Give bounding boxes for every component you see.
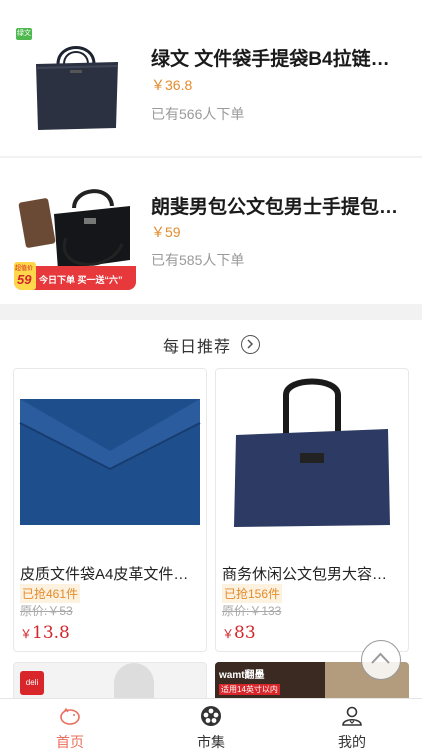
product-title[interactable]: 绿文 文件袋手提袋B4拉链…	[151, 44, 408, 71]
bottom-tab-bar: 首页 市集 我的	[0, 698, 422, 750]
promo-tag: 超值价	[15, 266, 34, 272]
brand-badge: 绿文	[16, 28, 32, 40]
product-image	[14, 369, 206, 557]
tab-label: 市集	[197, 734, 225, 750]
scroll-to-top-button[interactable]	[361, 640, 401, 680]
grabbed-count: 已抢461件	[20, 584, 81, 603]
product-card[interactable]: 皮质文件袋A4皮革文件… 已抢461件 原价:￥53 ￥13.8	[13, 368, 207, 652]
product-sold-count: 已有585人下单	[151, 252, 245, 268]
brand-logo: wamt翻墨	[219, 670, 265, 681]
promo-text: 今日下单 买一送“六”	[39, 275, 123, 285]
product-list-item[interactable]: 59 超值价 今日下单 买一送“六” 朗斐男包公文包男士手提包… ￥59 已有5…	[0, 158, 422, 304]
brand-logo: deli	[20, 671, 44, 695]
tab-profile[interactable]: 我的	[282, 699, 422, 750]
promo-price: 59	[17, 272, 32, 287]
product-price: ￥59	[151, 224, 181, 240]
piggy-icon	[60, 707, 80, 725]
original-price: 原价:￥53	[20, 604, 73, 618]
mini-subtitle: 适用14英寸以内	[219, 684, 280, 695]
chevron-right-icon[interactable]	[241, 335, 260, 354]
product-list-item[interactable]: 绿文 绿文 文件袋手提袋B4拉链… ￥36.8 已有566人下单	[0, 0, 422, 156]
user-icon	[342, 706, 362, 726]
product-thumbnail: 59 超值价 今日下单 买一送“六”	[14, 174, 136, 290]
flower-icon	[201, 706, 221, 726]
product-price: ￥36.8	[151, 77, 193, 93]
grabbed-count: 已抢156件	[222, 584, 283, 603]
chevron-up-icon	[371, 652, 390, 664]
tab-home[interactable]: 首页	[0, 699, 140, 750]
product-title[interactable]: 朗斐男包公文包男士手提包…	[151, 192, 408, 219]
tab-label: 我的	[338, 734, 366, 750]
product-thumbnail	[14, 24, 136, 140]
tab-label: 首页	[56, 734, 84, 750]
card-price: ￥83	[222, 623, 256, 643]
daily-recommend-header[interactable]: 每日推荐	[0, 320, 422, 368]
original-price: 原价:￥133	[222, 604, 282, 618]
product-image	[216, 369, 408, 557]
product-card[interactable]: 商务休闲公文包男大容… 已抢156件 原价:￥133 ￥83	[215, 368, 409, 652]
card-title[interactable]: 皮质文件袋A4皮革文件…	[20, 563, 194, 584]
card-price: ￥13.8	[20, 623, 70, 643]
tab-market[interactable]: 市集	[141, 699, 281, 750]
section-title: 每日推荐	[162, 339, 231, 356]
product-card[interactable]: deli	[13, 662, 207, 702]
product-sold-count: 已有566人下单	[151, 106, 245, 122]
card-title[interactable]: 商务休闲公文包男大容…	[222, 563, 396, 584]
